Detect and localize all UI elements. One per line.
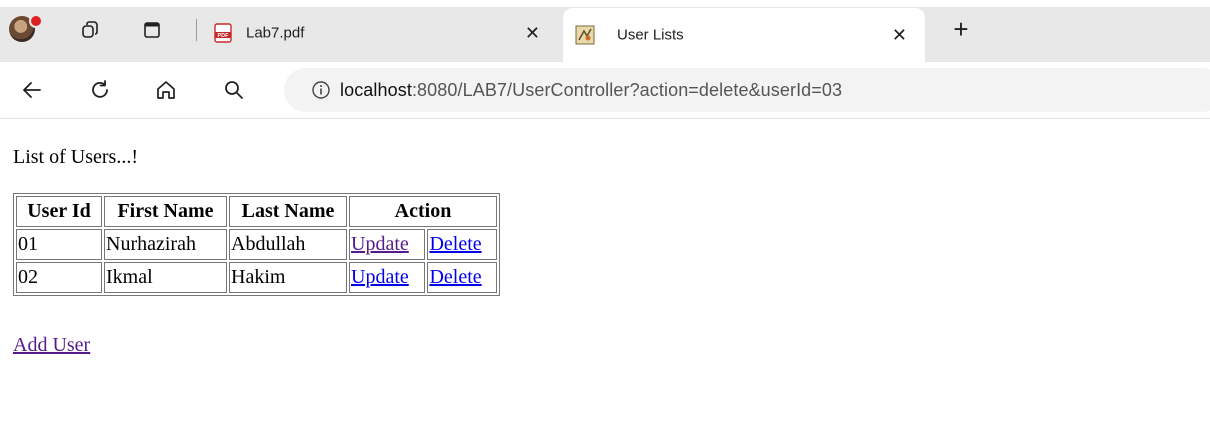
tab-lab7-pdf[interactable]: PDF Lab7.pdf ✕ — [203, 10, 558, 56]
navigation-toolbar: localhost:8080/LAB7/UserController?actio… — [0, 62, 1210, 119]
cell-update: Update — [349, 229, 426, 260]
address-bar[interactable]: localhost:8080/LAB7/UserController?actio… — [284, 68, 1210, 112]
url-path: :8080/LAB7/UserController?action=delete&… — [411, 80, 843, 100]
table-row: 02 Ikmal Hakim Update Delete — [16, 262, 497, 293]
cell-first-name: Nurhazirah — [104, 229, 227, 260]
header-first-name: First Name — [104, 196, 227, 227]
page-content: List of Users...! User Id First Name Las… — [0, 119, 1210, 441]
cell-delete: Delete — [427, 229, 497, 260]
cell-user-id: 01 — [16, 229, 102, 260]
update-link[interactable]: Update — [351, 266, 409, 288]
new-tab-plus-icon[interactable]: + — [948, 16, 974, 43]
cell-first-name: Ikmal — [104, 262, 227, 293]
url-text: localhost:8080/LAB7/UserController?actio… — [340, 80, 842, 101]
users-table: User Id First Name Last Name Action 01 N… — [13, 193, 500, 296]
table-row: 01 Nurhazirah Abdullah Update Delete — [16, 229, 497, 260]
tab-title: Lab7.pdf — [246, 24, 305, 42]
workspaces-icon[interactable] — [80, 20, 100, 40]
tab-user-lists[interactable]: User Lists ✕ — [563, 8, 925, 62]
close-icon[interactable]: ✕ — [892, 26, 907, 44]
back-arrow-icon[interactable] — [19, 77, 45, 103]
cell-last-name: Hakim — [229, 262, 347, 293]
pdf-icon: PDF — [213, 23, 233, 43]
header-user-id: User Id — [16, 196, 102, 227]
home-icon[interactable] — [153, 77, 179, 103]
update-link[interactable]: Update — [351, 233, 409, 255]
close-icon[interactable]: ✕ — [525, 24, 540, 42]
search-icon[interactable] — [221, 77, 247, 103]
page-favicon-icon — [575, 25, 595, 45]
tab-actions-icon[interactable] — [142, 20, 162, 40]
cell-user-id: 02 — [16, 262, 102, 293]
tab-divider — [196, 19, 197, 41]
cell-delete: Delete — [427, 262, 497, 293]
window-top-edge — [0, 0, 1210, 7]
delete-link[interactable]: Delete — [429, 266, 481, 288]
tab-strip: PDF Lab7.pdf ✕ User Lists ✕ + — [0, 0, 1210, 62]
url-host: localhost — [340, 80, 412, 100]
delete-link[interactable]: Delete — [429, 233, 481, 255]
refresh-icon[interactable] — [87, 77, 113, 103]
cell-last-name: Abdullah — [229, 229, 347, 260]
notification-dot-icon — [29, 14, 43, 28]
info-icon[interactable] — [311, 80, 331, 100]
cell-update: Update — [349, 262, 426, 293]
add-user-link[interactable]: Add User — [13, 334, 90, 357]
svg-text:PDF: PDF — [218, 33, 230, 39]
tab-title: User Lists — [617, 26, 684, 44]
page-heading: List of Users...! — [13, 146, 138, 168]
table-header-row: User Id First Name Last Name Action — [16, 196, 497, 227]
header-last-name: Last Name — [229, 196, 347, 227]
header-action: Action — [349, 196, 497, 227]
